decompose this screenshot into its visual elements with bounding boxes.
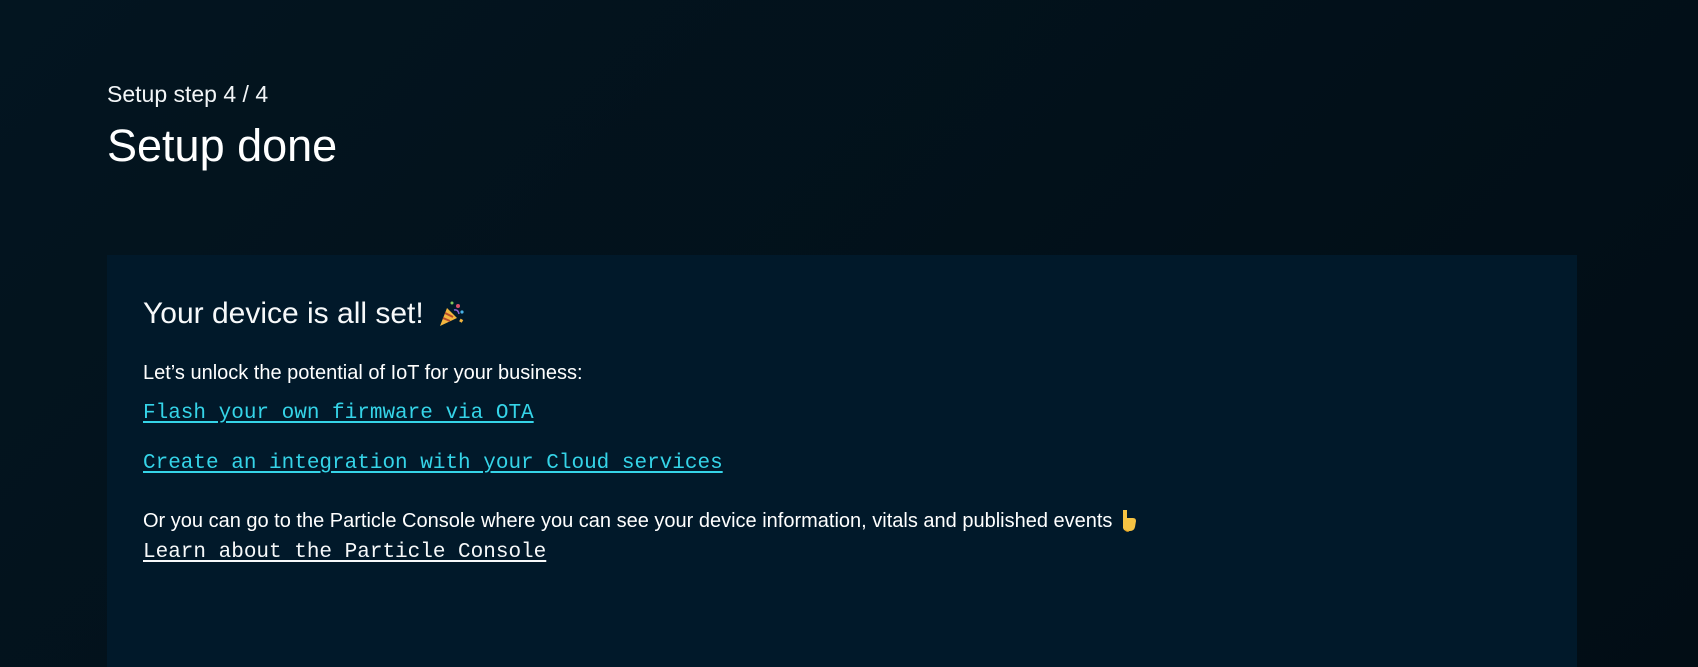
cloud-integration-link[interactable]: Create an integration with your Cloud se… bbox=[143, 452, 723, 475]
setup-complete-card: Your device is all set! Let’s unlock the… bbox=[107, 255, 1577, 667]
next-steps-links: Flash your own firmware via OTA Create a… bbox=[143, 400, 1541, 477]
card-title: Your device is all set! bbox=[143, 294, 1541, 334]
flash-firmware-link[interactable]: Flash your own firmware via OTA bbox=[143, 402, 534, 425]
card-title-text: Your device is all set! bbox=[143, 297, 424, 330]
console-description-text: Or you can go to the Particle Console wh… bbox=[143, 510, 1113, 532]
card-content: Your device is all set! Let’s unlock the… bbox=[143, 294, 1541, 566]
party-popper-icon bbox=[436, 299, 466, 329]
particle-console-link[interactable]: Learn about the Particle Console bbox=[143, 539, 546, 566]
setup-step-label: Setup step 4 / 4 bbox=[107, 81, 269, 107]
page-title: Setup done bbox=[107, 120, 338, 171]
intro-text: Let’s unlock the potential of IoT for yo… bbox=[143, 362, 583, 384]
pointing-down-icon bbox=[1117, 509, 1139, 533]
console-description: Or you can go to the Particle Console wh… bbox=[143, 507, 1541, 535]
page-header: Setup step 4 / 4 Setup done bbox=[107, 80, 337, 174]
list-item: Flash your own firmware via OTA bbox=[143, 400, 1541, 427]
list-item: Create an integration with your Cloud se… bbox=[143, 450, 1541, 477]
